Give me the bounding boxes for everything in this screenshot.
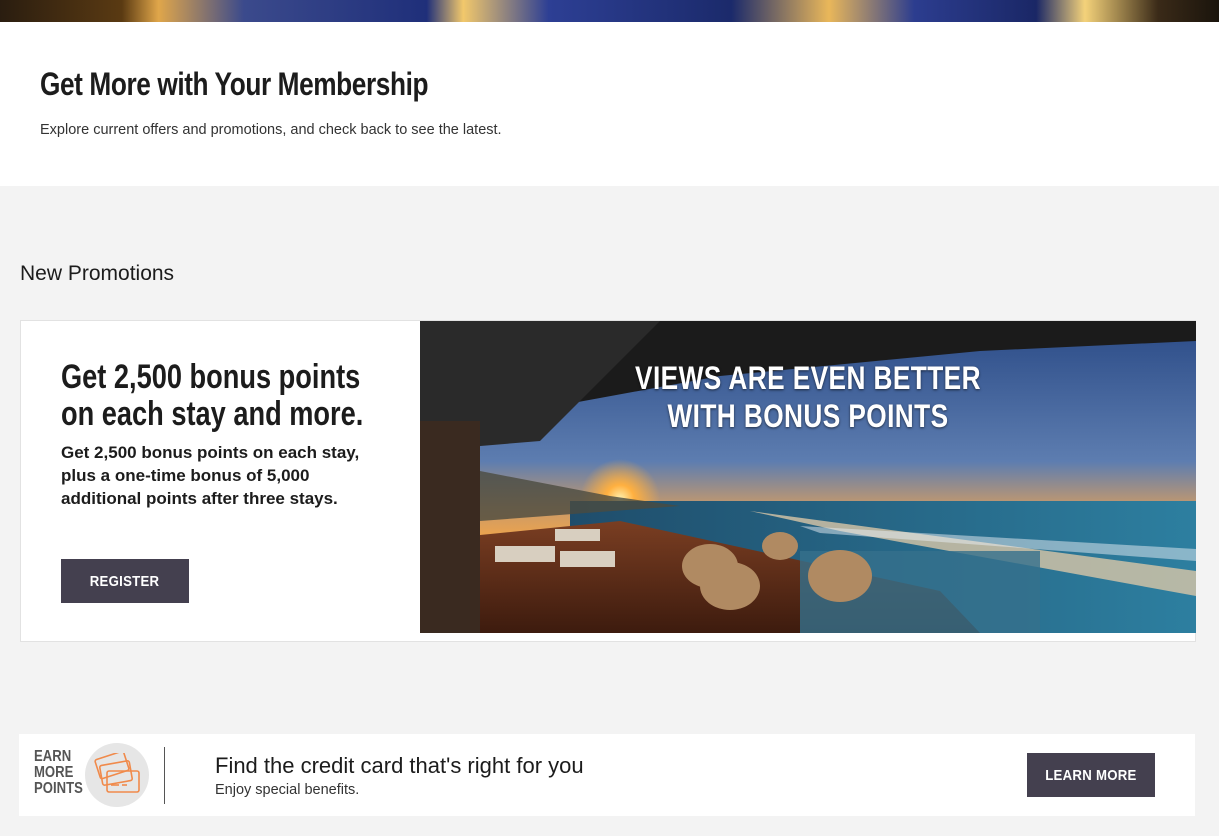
caption-line-1: VIEWS ARE EVEN BETTER xyxy=(635,360,981,396)
intro-section: Get More with Your Membership Explore cu… xyxy=(0,22,1219,186)
credit-card-title: Find the credit card that's right for yo… xyxy=(215,753,584,778)
caption-line-2: WITH BONUS POINTS xyxy=(667,398,949,434)
banner-divider xyxy=(164,747,165,804)
badge-line-2: MORE xyxy=(34,764,74,781)
promotion-image-caption: VIEWS ARE EVEN BETTER WITH BONUS POINTS xyxy=(420,359,1196,435)
learn-more-button-label: LEARN MORE xyxy=(1045,766,1137,784)
badge-line-3: POINTS xyxy=(34,780,83,797)
promotion-card: Get 2,500 bonus points on each stay and … xyxy=(20,320,1196,642)
earn-more-points-badge: EARN MORE POINTS xyxy=(34,749,83,797)
credit-card-subtitle: Enjoy special benefits. xyxy=(215,782,360,798)
credit-card-banner: EARN MORE POINTS Find the credit card th… xyxy=(19,734,1195,816)
page-subtitle: Explore current offers and promotions, a… xyxy=(40,122,502,138)
promotion-image: VIEWS ARE EVEN BETTER WITH BONUS POINTS xyxy=(420,321,1196,633)
register-button-label: REGISTER xyxy=(90,572,160,590)
new-promotions-heading: New Promotions xyxy=(20,262,175,285)
register-button[interactable]: REGISTER xyxy=(61,559,189,603)
page-title: Get More with Your Membership xyxy=(40,66,429,102)
promotion-description: Get 2,500 bonus points on each stay, plu… xyxy=(61,443,360,508)
learn-more-button[interactable]: LEARN MORE xyxy=(1027,753,1155,797)
badge-line-1: EARN xyxy=(34,748,72,765)
hero-image-strip xyxy=(0,0,1219,22)
credit-card-icon xyxy=(85,743,149,807)
promotion-heading: Get 2,500 bonus points on each stay and … xyxy=(61,358,364,433)
